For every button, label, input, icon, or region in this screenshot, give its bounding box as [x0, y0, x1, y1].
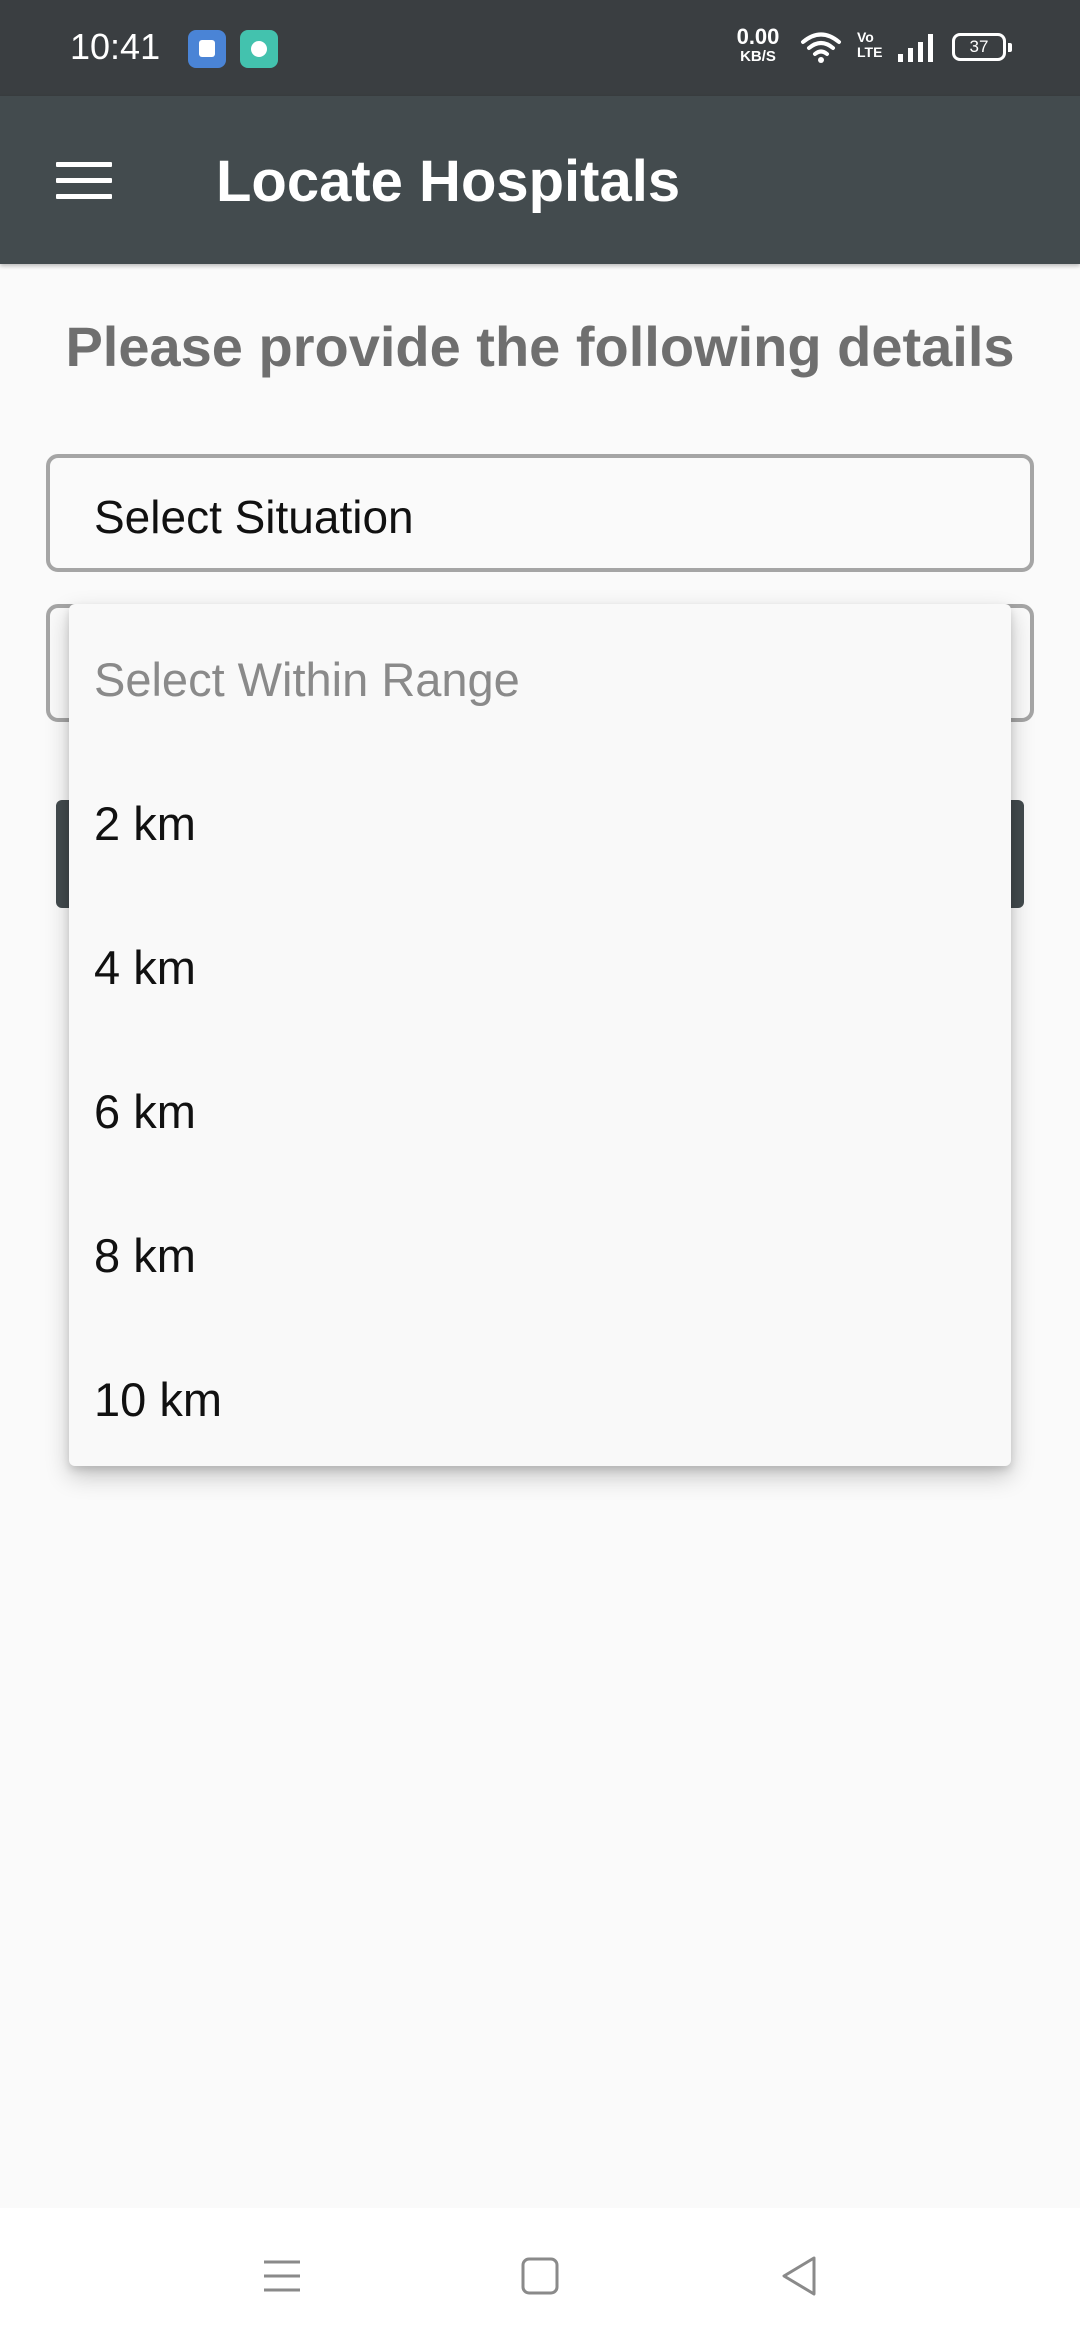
network-speed: 0.00 KB/S	[732, 24, 784, 65]
range-dropdown-menu: Select Within Range 2 km 4 km 6 km 8 km …	[69, 604, 1011, 1466]
situation-select[interactable]: Select Situation	[46, 454, 1034, 572]
recents-icon[interactable]	[252, 2246, 312, 2306]
back-icon[interactable]	[770, 2246, 830, 2306]
app-notification-icon	[188, 30, 226, 68]
range-option-10km[interactable]: 10 km	[69, 1324, 1011, 1468]
app-bar: Locate Hospitals	[0, 96, 1080, 264]
range-option-8km[interactable]: 8 km	[69, 1180, 1011, 1324]
volte-bottom: LTE	[857, 43, 883, 60]
volte-indicator: Vo LTE	[857, 30, 882, 59]
range-option-label: Select Within Range	[94, 653, 520, 706]
volte-top: Vo	[857, 29, 874, 45]
status-time: 10:41	[70, 26, 161, 67]
range-option-4km[interactable]: 4 km	[69, 892, 1011, 1036]
range-option-label: 2 km	[94, 797, 196, 850]
wifi-icon	[801, 32, 841, 63]
situation-select-value: Select Situation	[94, 491, 414, 543]
range-option-label: 8 km	[94, 1229, 196, 1282]
range-option-label: 6 km	[94, 1085, 196, 1138]
network-speed-unit: KB/S	[740, 48, 776, 65]
range-option-2km[interactable]: 2 km	[69, 748, 1011, 892]
status-bar: 10:41 0.00 KB/S Vo LTE 37	[0, 0, 1080, 96]
battery-icon: 37	[952, 33, 1012, 61]
signal-icon	[898, 34, 933, 62]
hamburger-menu-icon[interactable]	[56, 162, 112, 200]
network-speed-value: 0.00	[736, 24, 780, 49]
range-option-6km[interactable]: 6 km	[69, 1036, 1011, 1180]
form-heading: Please provide the following details	[65, 315, 1015, 378]
range-option-placeholder[interactable]: Select Within Range	[69, 604, 1011, 748]
home-icon[interactable]	[510, 2246, 570, 2306]
range-option-label: 4 km	[94, 941, 196, 994]
system-nav-bar	[0, 2208, 1080, 2340]
app-notification-icon-2	[240, 30, 278, 68]
battery-level: 37	[969, 37, 989, 56]
range-option-label: 10 km	[94, 1373, 222, 1426]
page-title: Locate Hospitals	[216, 149, 681, 214]
